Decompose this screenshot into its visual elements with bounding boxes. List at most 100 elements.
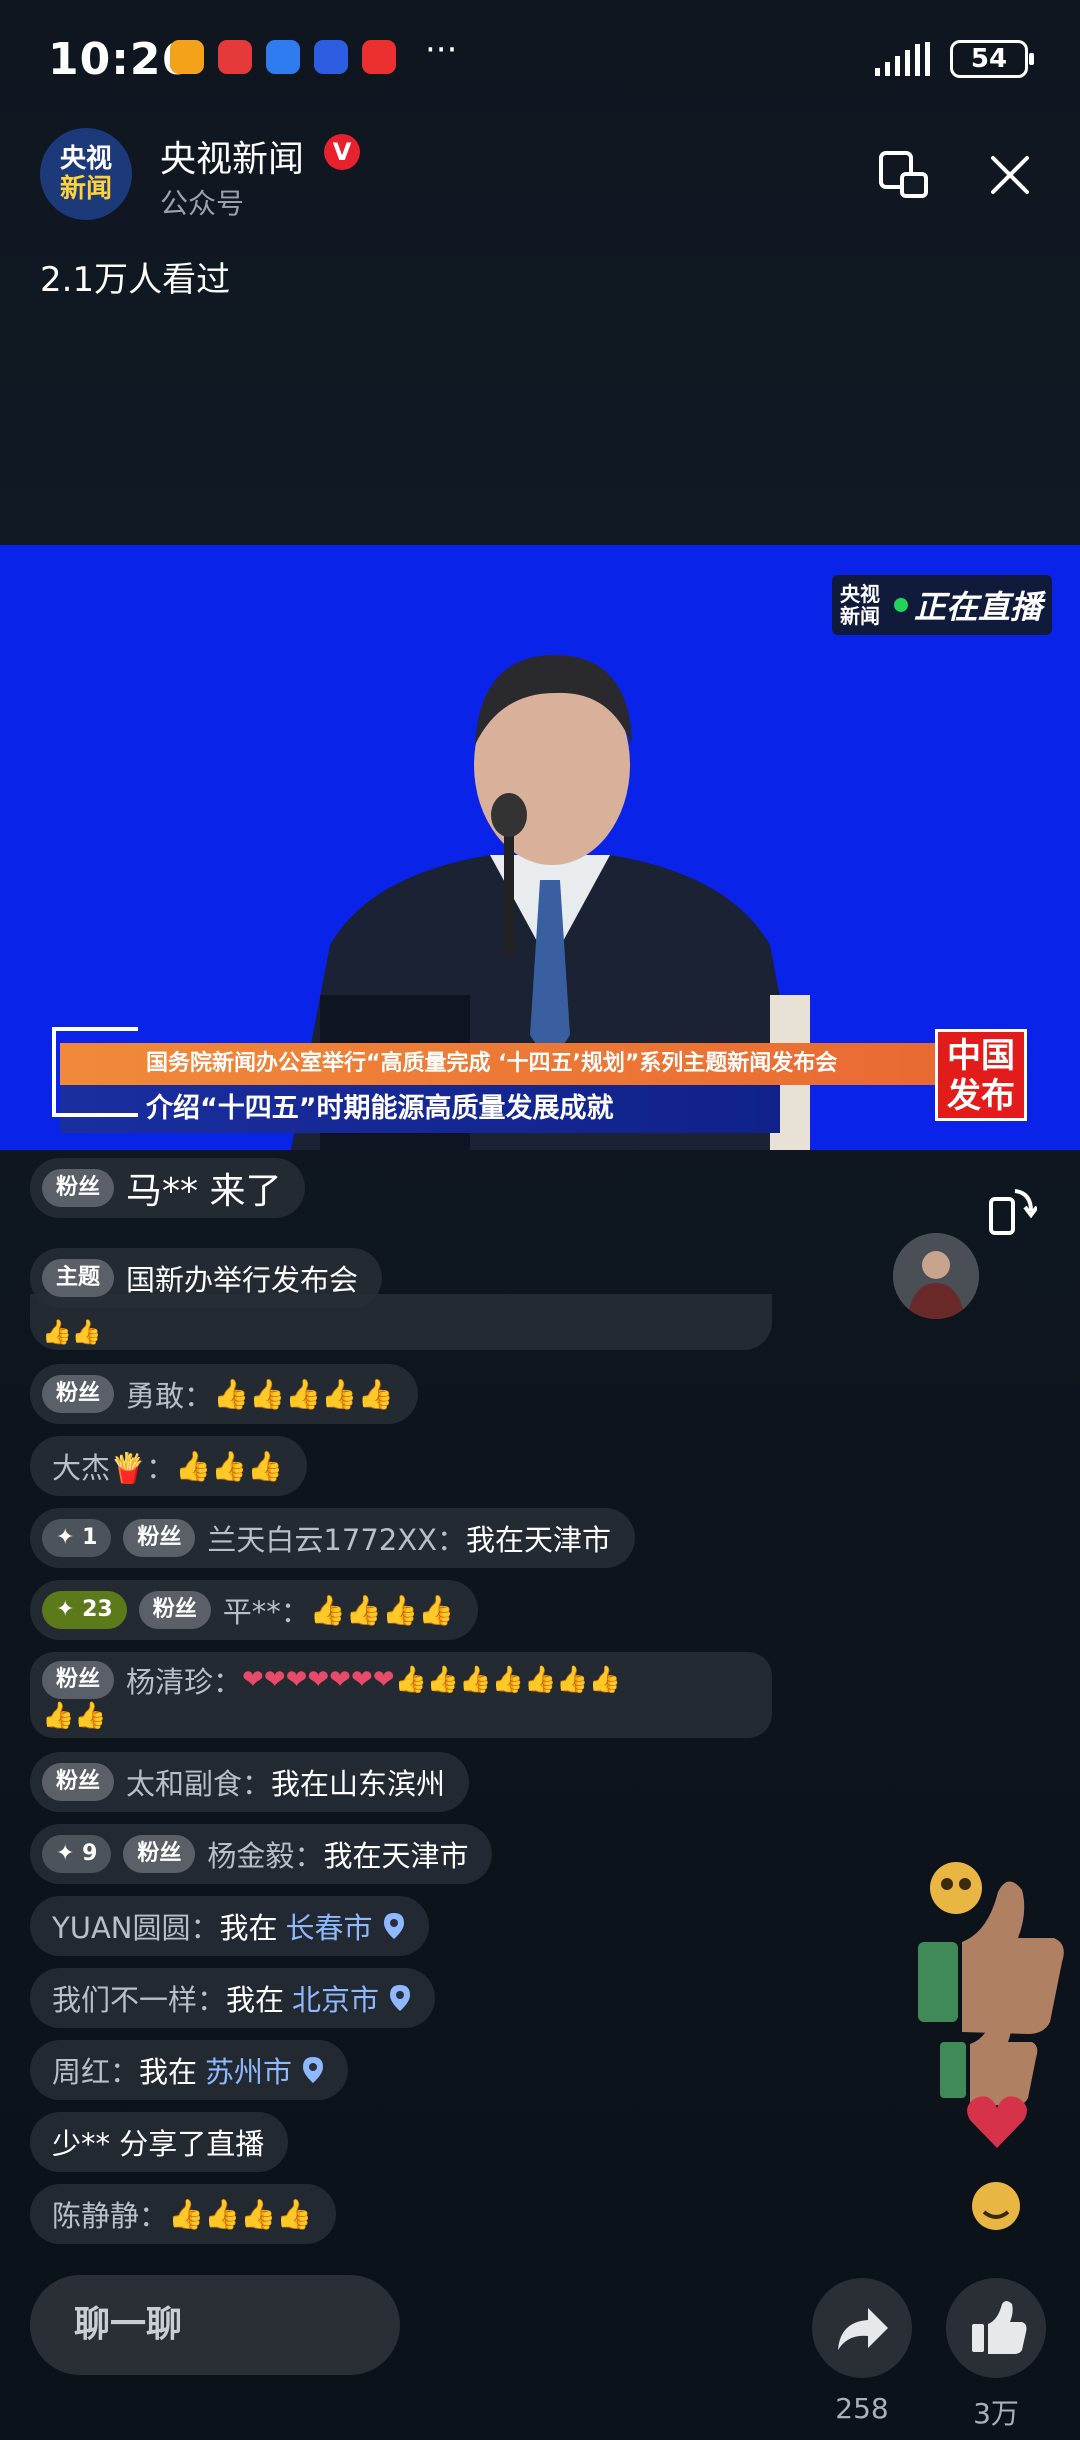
topic-message[interactable]: 主题 国新办举行发布会 xyxy=(30,1248,383,1308)
message-text: 👍👍👍👍 xyxy=(168,2196,313,2231)
location-link[interactable]: 长春市 xyxy=(286,1905,373,1947)
cctv-news-logo: 央视 新闻 xyxy=(832,583,888,627)
account-name[interactable]: 央视新闻 xyxy=(160,130,304,182)
username: 杨金毅： xyxy=(207,1839,324,1873)
avatar-line2: 新闻 xyxy=(59,174,112,204)
chat-input[interactable]: 聊一聊 xyxy=(30,2275,400,2375)
video-app-icon xyxy=(362,40,396,74)
share-button[interactable] xyxy=(812,2278,912,2378)
username: 平**： xyxy=(222,1595,310,1629)
username: 我们不一样： xyxy=(52,1983,227,2017)
thumbs-up-icon xyxy=(972,2301,1027,2354)
live-video-player[interactable]: 央视 新闻 正在直播 国务院新闻办公室举行“高质量完成 ‘十四五’规划”系列主题… xyxy=(0,545,1080,1150)
message-text: 马** 来了 xyxy=(126,1171,282,1212)
share-notice: 少** 分享了直播 xyxy=(30,2112,289,2172)
caption-top: 国务院新闻办公室举行“高质量完成 ‘十四五’规划”系列主题新闻发布会 xyxy=(60,1043,940,1085)
viewer-count: 2.1万人看过 xyxy=(40,260,231,300)
live-logo-line1: 央视 xyxy=(840,582,880,606)
more-notifications-icon: ··· xyxy=(425,30,458,70)
like-count: 3万 xyxy=(973,2397,1019,2430)
floating-emoji-icon xyxy=(972,2182,1020,2230)
chat-message: 粉丝 杨清珍： ❤❤❤❤❤❤❤👍👍👍👍👍👍👍 👍👍 xyxy=(30,1652,772,1738)
message-text: 我在 xyxy=(139,2055,198,2089)
fan-badge: 粉丝 xyxy=(123,1519,196,1557)
share-count: 258 xyxy=(835,2392,889,2425)
rotate-screen-icon[interactable] xyxy=(985,1185,1037,1237)
location-pin-icon xyxy=(390,1985,411,2011)
username: 兰天白云1772ⅩⅩ： xyxy=(207,1523,466,1557)
fan-badge: 粉丝 xyxy=(138,1591,211,1629)
username: 陈静静： xyxy=(52,2199,169,2233)
location-link[interactable]: 北京市 xyxy=(292,1977,379,2019)
chat-message: 粉丝 马** 来了 xyxy=(30,1158,306,1218)
caption-main: 介绍“十四五”时期能源高质量发展成就 xyxy=(60,1085,780,1133)
username: 大杰🍟： xyxy=(52,1451,176,1485)
message-text: 我在山东滨州 xyxy=(271,1767,446,1801)
message-text: 我在 xyxy=(226,1983,285,2017)
app-notification-icon xyxy=(170,40,204,74)
chat-message: 我们不一样： 我在 北京市 xyxy=(30,1968,436,2028)
topic-badge: 主题 xyxy=(42,1259,115,1297)
live-logo-line2: 新闻 xyxy=(840,604,880,628)
chat-message: YUAN圆圆： 我在 长春市 xyxy=(30,1896,429,1956)
voice-app-icon xyxy=(266,40,300,74)
message-text: 我在天津市 xyxy=(323,1839,469,1873)
browser-app-icon xyxy=(314,40,348,74)
host-photo-image xyxy=(893,1233,979,1319)
chat-message: ✦ 1 粉丝 兰天白云1772ⅩⅩ： 我在天津市 xyxy=(30,1508,635,1568)
message-text: ❤❤❤❤❤❤❤👍👍👍👍👍👍👍 xyxy=(242,1665,622,1695)
huawei-app-icon xyxy=(218,40,252,74)
username: 杨清珍： xyxy=(126,1665,243,1699)
host-avatar[interactable] xyxy=(893,1233,979,1319)
message-text: 👍👍 xyxy=(42,1318,102,1346)
level-badge: ✦ 23 xyxy=(42,1591,127,1629)
message-text: 👍👍👍 xyxy=(175,1448,284,1483)
floating-heart-icon xyxy=(967,2096,1027,2148)
message-text-continued: 👍👍 xyxy=(42,1701,107,1731)
message-text: 👍👍👍👍👍 xyxy=(213,1376,394,1411)
fan-badge: 粉丝 xyxy=(42,1169,115,1207)
chat-message: 粉丝 勇敢： 👍👍👍👍👍 xyxy=(30,1364,418,1424)
close-icon[interactable] xyxy=(985,150,1035,200)
live-badge: 央视 新闻 正在直播 xyxy=(832,575,1052,635)
account-type: 公众号 xyxy=(160,187,245,220)
username: 勇敢： xyxy=(126,1379,214,1413)
caption-frame-decoration xyxy=(52,1027,138,1117)
share-icon xyxy=(838,2308,888,2350)
chat-message: 陈静静： 👍👍👍👍 xyxy=(30,2184,337,2244)
level-badge: ✦ 9 xyxy=(42,1835,112,1873)
username: YUAN圆圆： xyxy=(52,1911,220,1945)
fan-badge: 粉丝 xyxy=(42,1763,115,1801)
fan-badge: 粉丝 xyxy=(123,1835,196,1873)
account-avatar[interactable]: 央视 新闻 xyxy=(40,128,132,220)
live-dot-icon xyxy=(894,598,908,612)
chat-message: 大杰🍟： 👍👍👍 xyxy=(30,1436,308,1496)
avatar-line1: 央视 xyxy=(59,144,112,174)
notification-icons xyxy=(170,40,396,74)
chat-message: 周红： 我在 苏州市 xyxy=(30,2040,349,2100)
chat-message: 粉丝 太和副食： 我在山东滨州 xyxy=(30,1752,470,1812)
fan-badge: 粉丝 xyxy=(42,1661,115,1699)
chat-message: ✦ 9 粉丝 杨金毅： 我在天津市 xyxy=(30,1824,493,1884)
corner-logo-line1: 中国 xyxy=(947,1036,1015,1076)
location-pin-icon xyxy=(303,2057,324,2083)
username: 太和副食： xyxy=(126,1767,272,1801)
message-text: 我在 xyxy=(219,1911,278,1945)
status-bar: 10:26 ··· 54 xyxy=(0,0,1080,120)
china-release-logo: 中国 发布 xyxy=(935,1029,1027,1121)
topic-text: 国新办举行发布会 xyxy=(126,1263,359,1297)
message-text: 少** 分享了直播 xyxy=(52,2127,265,2161)
username: 周红： xyxy=(52,2055,140,2089)
picture-in-picture-icon[interactable] xyxy=(878,150,930,200)
level-badge: ✦ 1 xyxy=(42,1519,112,1557)
verified-icon: V xyxy=(324,134,360,170)
message-text: 👍👍👍👍 xyxy=(309,1592,455,1627)
location-pin-icon xyxy=(383,1913,404,1939)
message-text: 我在天津市 xyxy=(465,1523,611,1557)
fan-badge: 粉丝 xyxy=(42,1375,115,1413)
battery-indicator: 54 xyxy=(950,40,1034,78)
live-label: 正在直播 xyxy=(914,588,1043,626)
corner-logo-line2: 发布 xyxy=(947,1076,1015,1116)
location-link[interactable]: 苏州市 xyxy=(205,2049,292,2091)
like-button[interactable] xyxy=(946,2278,1046,2378)
